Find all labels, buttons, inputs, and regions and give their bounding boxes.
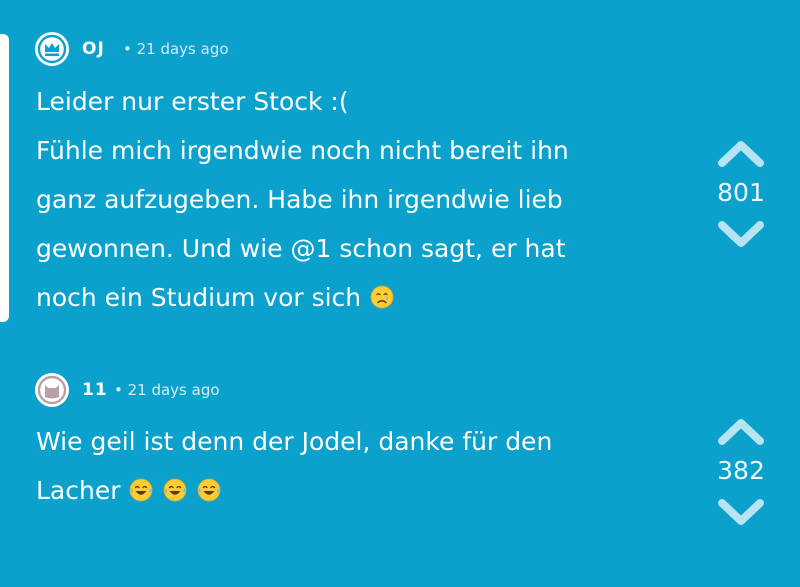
- author-name[interactable]: 11: [82, 380, 108, 400]
- author-avatar: [35, 373, 69, 407]
- vote-count: 801: [717, 178, 765, 207]
- downvote-button[interactable]: [716, 218, 766, 252]
- comment-line: Lacher: [36, 476, 121, 505]
- downvote-button[interactable]: [716, 496, 766, 530]
- comment-post: 11 • 21 days ago Wie geil ist denn der J…: [0, 360, 800, 587]
- comment-line: Leider nur erster Stock :(: [36, 87, 349, 116]
- crown-icon: [37, 34, 67, 64]
- comment-line: ganz aufzugeben. Habe ihn irgendwie lieb: [36, 185, 563, 214]
- tears-of-joy-emoji: [197, 478, 221, 502]
- tears-of-joy-emoji: [130, 478, 153, 502]
- comment-line: Wie geil ist denn der Jodel, danke für d…: [36, 427, 553, 456]
- vote-widget: 382: [700, 414, 782, 530]
- comment-text: Wie geil ist denn der Jodel, danke für d…: [36, 417, 676, 515]
- comment-line: Fühle mich irgendwie noch nicht bereit i…: [36, 136, 569, 165]
- author-avatar: [35, 32, 69, 66]
- vote-widget: 801: [700, 136, 782, 252]
- tears-of-joy-emoji: [164, 478, 187, 502]
- comment-post: OJ • 21 days ago Leider nur erster Stock…: [0, 0, 800, 330]
- comment-line: gewonnen. Und wie @1 schon sagt, er hat: [36, 234, 566, 263]
- comment-line-last: Lacher: [36, 466, 676, 515]
- op-indicator-bar: [0, 34, 9, 322]
- vote-count: 382: [717, 456, 765, 485]
- upvote-button[interactable]: [716, 136, 766, 170]
- cat-icon: [37, 375, 67, 405]
- crying-face-emoji: [370, 285, 394, 309]
- timestamp: • 21 days ago: [123, 40, 229, 58]
- timestamp: • 21 days ago: [114, 381, 220, 399]
- author-name[interactable]: OJ: [82, 39, 105, 59]
- upvote-button[interactable]: [716, 414, 766, 448]
- comment-line: noch ein Studium vor sich: [36, 283, 362, 312]
- comment-line-last: noch ein Studium vor sich: [36, 273, 676, 322]
- comment-text: Leider nur erster Stock :( Fühle mich ir…: [36, 77, 676, 322]
